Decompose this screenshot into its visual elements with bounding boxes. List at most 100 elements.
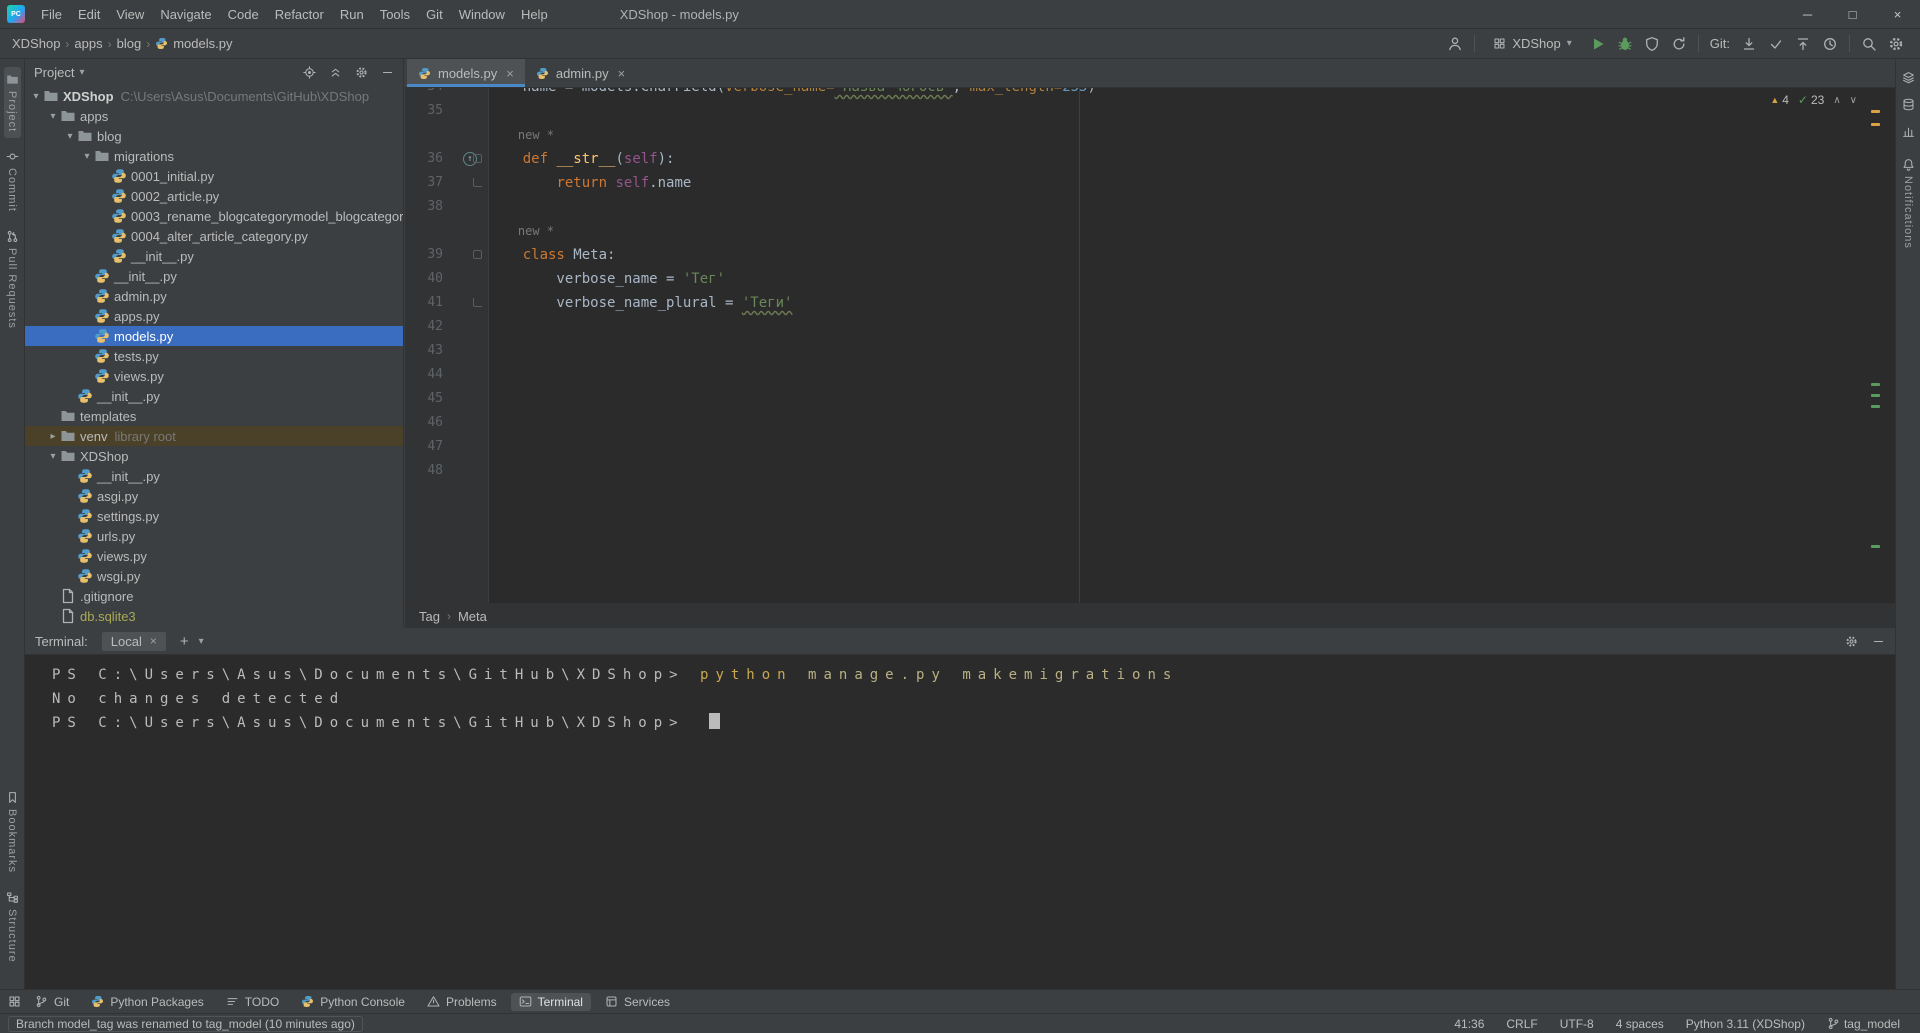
stripe-mark[interactable] bbox=[1871, 394, 1880, 397]
tree-item[interactable]: ▾migrations bbox=[25, 146, 403, 166]
settings-icon[interactable] bbox=[355, 66, 368, 79]
code-line[interactable]: 38 bbox=[405, 195, 1895, 219]
code-line[interactable]: 37 return self.name bbox=[405, 171, 1895, 195]
toolwindow-button-services[interactable]: Services bbox=[597, 993, 678, 1011]
line-number[interactable]: 41 bbox=[405, 291, 451, 315]
tree-item[interactable]: 0002_article.py bbox=[25, 186, 403, 206]
vcs-commit-icon[interactable] bbox=[1768, 36, 1784, 52]
run-configuration-selector[interactable]: XDShop▾ bbox=[1486, 34, 1578, 53]
stripe-button-notifications[interactable]: Notifications bbox=[1900, 152, 1917, 255]
chevron-down-icon[interactable]: ▾ bbox=[46, 111, 60, 122]
search-everywhere-icon[interactable] bbox=[1861, 36, 1877, 52]
tree-item[interactable]: ▾apps bbox=[25, 106, 403, 126]
chevron-right-icon[interactable]: ▸ bbox=[46, 431, 60, 442]
code-line[interactable]: 46 bbox=[405, 411, 1895, 435]
tree-item[interactable]: wsgi.py bbox=[25, 566, 403, 586]
status-widget[interactable]: 41:36 bbox=[1454, 1017, 1484, 1031]
tree-item[interactable]: 0004_alter_article_category.py bbox=[25, 226, 403, 246]
hide-icon[interactable] bbox=[1872, 635, 1885, 648]
stripe-mark[interactable] bbox=[1871, 383, 1880, 386]
next-problem-button[interactable]: ∨ bbox=[1850, 95, 1857, 106]
close-icon[interactable]: × bbox=[506, 66, 514, 81]
chevron-down-icon[interactable]: ▾ bbox=[46, 451, 60, 462]
toolwindow-button-todo[interactable]: TODO bbox=[218, 993, 287, 1011]
collapse-all-icon[interactable] bbox=[329, 66, 342, 79]
line-number[interactable]: 44 bbox=[405, 363, 451, 387]
debug-icon[interactable] bbox=[1617, 36, 1633, 52]
stripe-button-structure[interactable]: Structure bbox=[4, 885, 21, 969]
code-line[interactable]: 42 bbox=[405, 315, 1895, 339]
vcs-push-icon[interactable] bbox=[1795, 36, 1811, 52]
status-widget[interactable]: CRLF bbox=[1506, 1017, 1537, 1031]
prev-problem-button[interactable]: ∧ bbox=[1833, 95, 1840, 106]
status-message[interactable]: Branch model_tag was renamed to tag_mode… bbox=[8, 1016, 363, 1032]
stripe-button-pull-requests[interactable]: Pull Requests bbox=[4, 224, 21, 335]
tree-item[interactable]: ▾XDShopC:\Users\Asus\Documents\GitHub\XD… bbox=[25, 86, 403, 106]
close-icon[interactable]: × bbox=[618, 66, 626, 81]
line-number[interactable]: 35 bbox=[405, 99, 451, 123]
hide-icon[interactable] bbox=[381, 66, 394, 79]
menu-navigate[interactable]: Navigate bbox=[152, 3, 219, 26]
tree-item[interactable]: ▾blog bbox=[25, 126, 403, 146]
code-line[interactable]: 40 verbose_name = 'Тег' bbox=[405, 267, 1895, 291]
chart-icon[interactable] bbox=[1902, 125, 1915, 138]
terminal-options-dropdown[interactable]: ▾ bbox=[199, 636, 204, 647]
line-number[interactable] bbox=[405, 123, 451, 147]
stripe-button-project[interactable]: Project bbox=[4, 67, 21, 138]
tree-item[interactable]: .gitignore bbox=[25, 586, 403, 606]
tree-item[interactable]: __init__.py bbox=[25, 266, 403, 286]
new-terminal-button[interactable]: + bbox=[180, 633, 189, 650]
menu-code[interactable]: Code bbox=[220, 3, 267, 26]
menu-refactor[interactable]: Refactor bbox=[267, 3, 332, 26]
code-editor[interactable]: 34 name = models.CharField(verbose_name=… bbox=[405, 88, 1895, 603]
line-number[interactable]: 36 bbox=[405, 147, 451, 171]
user-icon[interactable] bbox=[1447, 36, 1463, 52]
code-line[interactable]: 44 bbox=[405, 363, 1895, 387]
menu-run[interactable]: Run bbox=[332, 3, 372, 26]
tree-item[interactable]: views.py bbox=[25, 546, 403, 566]
tree-item[interactable]: urls.py bbox=[25, 526, 403, 546]
git-branch-widget[interactable]: tag_model bbox=[1827, 1017, 1900, 1031]
chevron-down-icon[interactable]: ▾ bbox=[63, 131, 77, 142]
stripe-mark[interactable] bbox=[1871, 545, 1880, 548]
maximize-button[interactable]: □ bbox=[1830, 0, 1875, 28]
breadcrumb-item[interactable]: models.py bbox=[173, 36, 232, 51]
tree-item[interactable]: settings.py bbox=[25, 506, 403, 526]
coverage-icon[interactable] bbox=[1644, 36, 1660, 52]
editor-breadcrumb-item[interactable]: Meta bbox=[458, 609, 487, 624]
fold-marker[interactable] bbox=[473, 250, 482, 259]
fold-marker[interactable] bbox=[473, 298, 482, 307]
line-number[interactable]: 46 bbox=[405, 411, 451, 435]
tree-item[interactable]: templates bbox=[25, 406, 403, 426]
tree-item[interactable]: db.sqlite3 bbox=[25, 606, 403, 626]
menu-edit[interactable]: Edit bbox=[70, 3, 108, 26]
line-number[interactable]: 45 bbox=[405, 387, 451, 411]
tree-item[interactable]: admin.py bbox=[25, 286, 403, 306]
status-widget[interactable]: Python 3.11 (XDShop) bbox=[1686, 1017, 1805, 1031]
tree-item[interactable]: apps.py bbox=[25, 306, 403, 326]
line-number[interactable]: 34 bbox=[405, 88, 451, 99]
toolwindow-button-python-console[interactable]: Python Console bbox=[293, 993, 413, 1011]
tree-item[interactable]: ▾XDShop bbox=[25, 446, 403, 466]
fold-marker[interactable] bbox=[473, 178, 482, 187]
code-line[interactable]: 36↑ def __str__(self): bbox=[405, 147, 1895, 171]
line-number[interactable]: 47 bbox=[405, 435, 451, 459]
line-number[interactable]: 48 bbox=[405, 459, 451, 483]
inspections-widget[interactable]: ▲4 ✓23 ∧ ∨ bbox=[1770, 93, 1857, 107]
status-widget[interactable]: 4 spaces bbox=[1616, 1017, 1664, 1031]
tree-item[interactable]: 0003_rename_blogcategorymodel_blogcatego… bbox=[25, 206, 403, 226]
tree-item[interactable]: models.py bbox=[25, 326, 403, 346]
code-line[interactable]: 45 bbox=[405, 387, 1895, 411]
menu-git[interactable]: Git bbox=[418, 3, 451, 26]
code-line[interactable]: 39 class Meta: bbox=[405, 243, 1895, 267]
menu-tools[interactable]: Tools bbox=[372, 3, 418, 26]
code-line[interactable]: 47 bbox=[405, 435, 1895, 459]
stripe-button-commit[interactable]: Commit bbox=[4, 144, 21, 218]
tree-item[interactable]: 0001_initial.py bbox=[25, 166, 403, 186]
toolwindow-button-python-packages[interactable]: Python Packages bbox=[83, 993, 211, 1011]
status-widget[interactable]: UTF-8 bbox=[1560, 1017, 1594, 1031]
locate-icon[interactable] bbox=[303, 66, 316, 79]
breadcrumb-item[interactable]: XDShop bbox=[12, 36, 60, 51]
error-stripe[interactable] bbox=[1869, 88, 1883, 603]
code-line[interactable]: 35 bbox=[405, 99, 1895, 123]
